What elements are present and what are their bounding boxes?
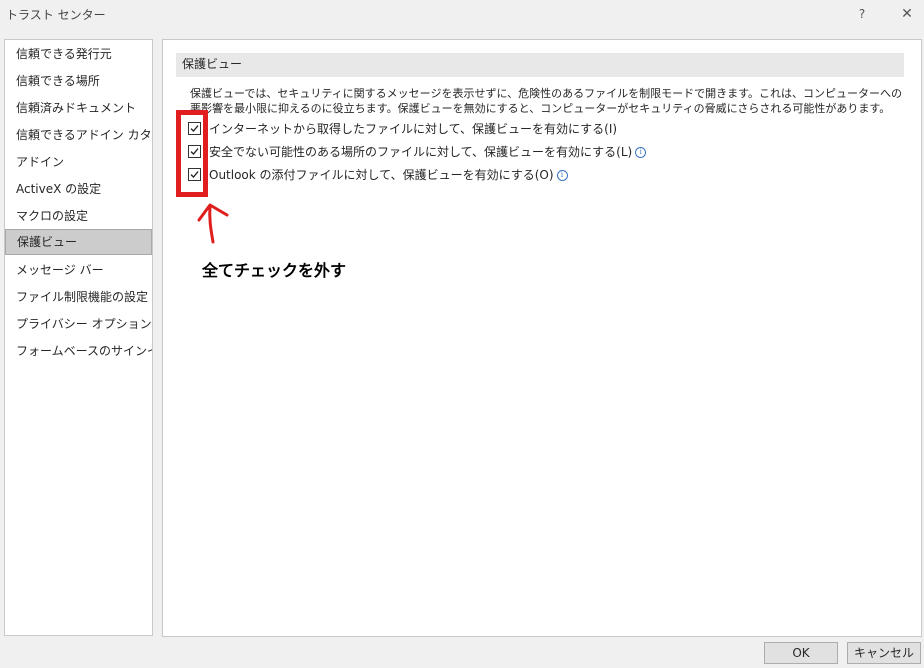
close-button[interactable]: ✕ (896, 4, 918, 24)
annotation-text: 全てチェックを外す (202, 261, 347, 280)
content-panel: 保護ビュー 保護ビューでは、セキュリティに関するメッセージを表示せずに、危険性の… (162, 39, 922, 637)
sidebar: 信頼できる発行元 信頼できる場所 信頼済みドキュメント 信頼できるアドイン カタ… (4, 39, 153, 636)
option-outlook-attachments-row: Outlook の添付ファイルに対して、保護ビューを有効にする(O) i (209, 165, 568, 185)
option-unsafe-locations-label[interactable]: 安全でない可能性のある場所のファイルに対して、保護ビューを有効にする(L) (209, 145, 632, 159)
sidebar-item-form-based-signin[interactable]: フォームベースのサインイン (5, 338, 152, 364)
sidebar-item-privacy-options[interactable]: プライバシー オプション (5, 311, 152, 337)
info-icon[interactable]: i (556, 170, 568, 181)
option-unsafe-locations-row: 安全でない可能性のある場所のファイルに対して、保護ビューを有効にする(L) i (209, 142, 647, 162)
title-bar: トラスト センター ? ✕ (0, 0, 924, 28)
sidebar-item-trusted-locations[interactable]: 信頼できる場所 (5, 68, 152, 94)
option-internet-files-label[interactable]: インターネットから取得したファイルに対して、保護ビューを有効にする(I) (209, 119, 618, 139)
info-icon[interactable]: i (635, 147, 647, 158)
section-description: 保護ビューでは、セキュリティに関するメッセージを表示せずに、危険性のあるファイル… (190, 87, 903, 115)
sidebar-item-file-block-settings[interactable]: ファイル制限機能の設定 (5, 284, 152, 310)
window-title: トラスト センター (6, 8, 106, 22)
sidebar-item-protected-view[interactable]: 保護ビュー (5, 229, 152, 255)
ok-button[interactable]: OK (764, 642, 838, 664)
sidebar-item-macro-settings[interactable]: マクロの設定 (5, 203, 152, 229)
sidebar-item-activex-settings[interactable]: ActiveX の設定 (5, 176, 152, 202)
sidebar-item-message-bar[interactable]: メッセージ バー (5, 257, 152, 283)
annotation-arrow-icon (197, 203, 229, 244)
sidebar-item-trusted-addin-catalogs[interactable]: 信頼できるアドイン カタログ (5, 122, 152, 148)
section-title: 保護ビュー (176, 53, 904, 77)
sidebar-item-trusted-documents[interactable]: 信頼済みドキュメント (5, 95, 152, 121)
help-button[interactable]: ? (852, 4, 872, 24)
annotation-highlight-box (176, 110, 208, 197)
sidebar-item-trusted-publishers[interactable]: 信頼できる発行元 (5, 41, 152, 67)
sidebar-item-addins[interactable]: アドイン (5, 149, 152, 175)
option-outlook-attachments-label[interactable]: Outlook の添付ファイルに対して、保護ビューを有効にする(O) (209, 168, 554, 182)
cancel-button[interactable]: キャンセル (847, 642, 921, 664)
